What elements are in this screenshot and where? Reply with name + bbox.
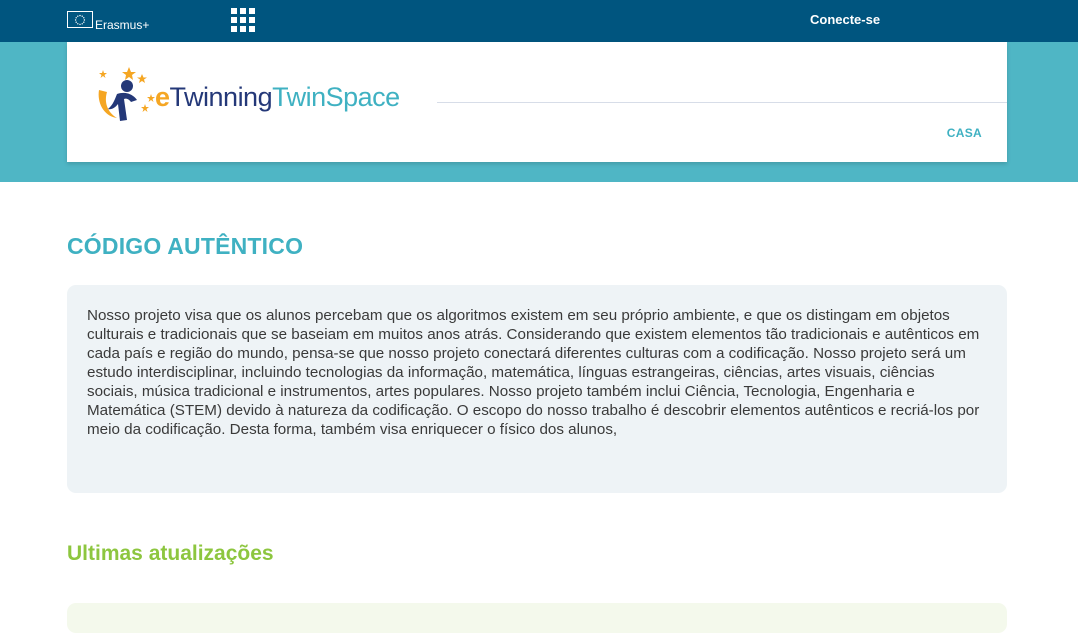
login-link[interactable]: Conecte-se (810, 12, 880, 27)
site-header: eTwinningTwinSpace CASA (67, 42, 1007, 162)
header-divider (437, 102, 1007, 103)
erasmus-label: Erasmus+ (95, 18, 150, 32)
etwinning-figure-icon (91, 64, 155, 124)
updates-heading: Ultimas atualizações (67, 542, 274, 565)
etwinning-logo[interactable]: eTwinningTwinSpace (91, 64, 400, 124)
description-text: Nosso projeto visa que os alunos perceba… (87, 307, 980, 438)
project-description: Nosso projeto visa que os alunos perceba… (67, 285, 1007, 493)
logo-twinspace: TwinSpace (272, 82, 400, 112)
page-title: CÓDIGO AUTÊNTICO (67, 233, 304, 259)
nav-home-link[interactable]: CASA (947, 126, 982, 140)
grid-apps-icon[interactable] (231, 8, 256, 32)
updates-list (67, 603, 1007, 633)
logo-letter-e: e (155, 82, 170, 112)
logo-wordmark: eTwinningTwinSpace (155, 82, 400, 112)
erasmus-brand[interactable]: Erasmus+ (67, 10, 150, 32)
top-bar: Erasmus+ Conecte-se (0, 0, 1078, 42)
logo-twinning: Twinning (169, 82, 273, 112)
eu-flag-icon (67, 11, 93, 28)
